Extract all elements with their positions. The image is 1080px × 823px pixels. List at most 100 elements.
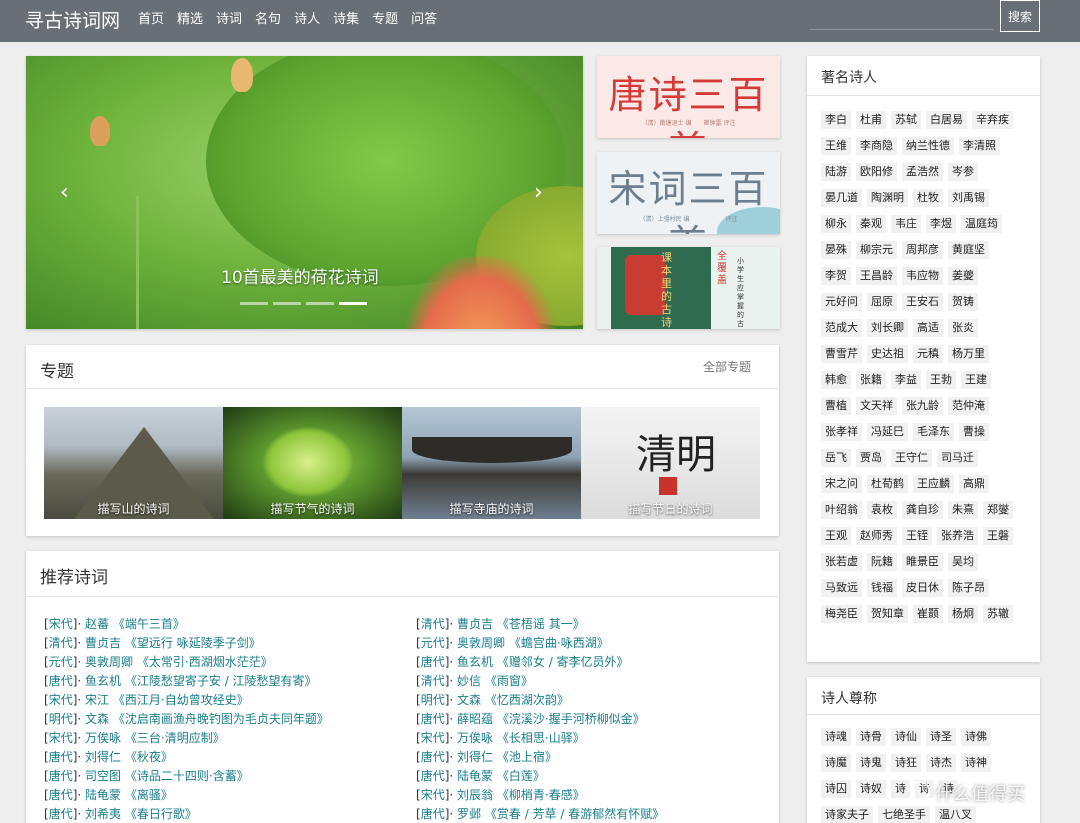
poet-tag[interactable]: 晏几道 [821, 189, 862, 207]
poem-author[interactable]: 刘辰翁 [457, 788, 493, 802]
poem-author[interactable]: 文森 [457, 693, 481, 707]
honorific-tag[interactable]: 温八叉 [935, 806, 976, 823]
poet-tag[interactable]: 李煜 [926, 215, 956, 233]
poet-tag[interactable]: 苏辙 [983, 605, 1013, 623]
topic-card-mountain[interactable]: 描写山的诗词 [44, 407, 223, 519]
poem-title[interactable]: 《赏春 / 芳草 / 春游郁然有怀赋》 [485, 807, 664, 821]
poem-row[interactable]: [宋代]· 万俟咏 《长相思·山驿》 [416, 729, 585, 746]
poem-row[interactable]: [明代]· 文森 《忆西湖次韵》 [416, 691, 569, 708]
poem-author[interactable]: 陆龟蒙 [85, 788, 121, 802]
poet-tag[interactable]: 宋之问 [821, 475, 862, 493]
nav-item-qa[interactable]: 问答 [411, 8, 437, 27]
poet-tag[interactable]: 元稹 [913, 345, 943, 363]
poem-row[interactable]: [唐代]· 刘得仁 《池上宿》 [416, 748, 557, 765]
carousel-prev-icon[interactable]: ‹ [60, 180, 69, 205]
carousel-indicator-active[interactable] [339, 302, 367, 305]
site-logo[interactable]: 寻古诗词网 [25, 6, 120, 33]
poem-title[interactable]: 《浣溪沙·握手河桥柳似金》 [497, 712, 645, 726]
poet-tag[interactable]: 阮籍 [867, 553, 897, 571]
poet-tag[interactable]: 韦庄 [891, 215, 921, 233]
poet-tag[interactable]: 白居易 [926, 111, 967, 129]
poem-title[interactable]: 《春日行歌》 [125, 807, 197, 821]
honorific-tag[interactable]: 诗囚 [821, 780, 851, 798]
poet-tag[interactable]: 马致远 [821, 579, 862, 597]
poem-row[interactable]: [清代]· 曹贞吉 《望远行 咏延陵季子剑》 [44, 634, 261, 651]
carousel-indicator[interactable] [306, 302, 334, 305]
honorific-tag[interactable]: 诗神 [961, 754, 991, 772]
poet-tag[interactable]: 晏殊 [821, 241, 851, 259]
poem-row[interactable]: [唐代]· 司空图 《诗品二十四则·含蓄》 [44, 767, 249, 784]
poem-author[interactable]: 陆龟蒙 [457, 769, 493, 783]
honorific-tag[interactable]: 诗 [891, 780, 910, 798]
poem-row[interactable]: [唐代]· 陆龟蒙 《白莲》 [416, 767, 545, 784]
search-button[interactable]: 搜索 [1000, 0, 1040, 32]
poem-author[interactable]: 妙信 [457, 674, 481, 688]
poem-author[interactable]: 万俟咏 [457, 731, 493, 745]
poem-author[interactable]: 奥敦周卿 [85, 655, 133, 669]
nav-item-poets[interactable]: 诗人 [294, 8, 320, 27]
honorific-tag[interactable]: 诗杰 [926, 754, 956, 772]
poem-author[interactable]: 刘得仁 [457, 750, 493, 764]
poet-tag[interactable]: 张孝祥 [821, 423, 862, 441]
poet-tag[interactable]: 曹操 [959, 423, 989, 441]
book-cover-song-ci[interactable]: 宋词三百首 （清）上彊村民 编 评注 [597, 152, 780, 234]
poet-tag[interactable]: 梅尧臣 [821, 605, 862, 623]
nav-item-topics[interactable]: 专题 [372, 8, 398, 27]
poet-tag[interactable]: 杜甫 [856, 111, 886, 129]
poet-tag[interactable]: 朱熹 [948, 501, 978, 519]
poem-author[interactable]: 万俟咏 [85, 731, 121, 745]
poet-tag[interactable]: 司马迁 [937, 449, 978, 467]
poem-title[interactable]: 《诗品二十四则·含蓄》 [125, 769, 249, 783]
poem-author[interactable]: 刘得仁 [85, 750, 121, 764]
honorific-tag[interactable]: 诗仙 [891, 728, 921, 746]
poet-tag[interactable]: 杨炯 [948, 605, 978, 623]
poet-tag[interactable]: 王安石 [902, 293, 943, 311]
honorific-tag[interactable]: 诗骨 [856, 728, 886, 746]
poet-tag[interactable]: 王铚 [902, 527, 932, 545]
poem-row[interactable]: [唐代]· 鱼玄机 《江陵愁望寄子安 / 江陵愁望有寄》 [44, 672, 317, 689]
nav-item-quotes[interactable]: 名句 [255, 8, 281, 27]
poet-tag[interactable]: 张若虚 [821, 553, 862, 571]
poet-tag[interactable]: 刘长卿 [867, 319, 908, 337]
poet-tag[interactable]: 王维 [821, 137, 851, 155]
poem-title[interactable]: 《西江月·自幼曾攻经史》 [113, 693, 249, 707]
poem-title[interactable]: 《赠邻女 / 寄李亿员外》 [497, 655, 629, 669]
poet-tag[interactable]: 温庭筠 [961, 215, 1002, 233]
poem-title[interactable]: 《江陵愁望寄子安 / 江陵愁望有寄》 [125, 674, 317, 688]
poet-tag[interactable]: 皮日休 [902, 579, 943, 597]
poet-tag[interactable]: 杜牧 [913, 189, 943, 207]
honorific-tag[interactable]: 诗狂 [891, 754, 921, 772]
poem-row[interactable]: [唐代]· 薛昭蕴 《浣溪沙·握手河桥柳似金》 [416, 710, 645, 727]
poet-tag[interactable]: 张籍 [856, 371, 886, 389]
poem-title[interactable]: 《三台·清明应制》 [125, 731, 225, 745]
poet-tag[interactable]: 高鼎 [959, 475, 989, 493]
poet-tag[interactable]: 曹雪芹 [821, 345, 862, 363]
poem-title[interactable]: 《太常引·西湖烟水茫茫》 [137, 655, 273, 669]
poet-tag[interactable]: 王守仁 [891, 449, 932, 467]
poem-author[interactable]: 奥敦周卿 [457, 636, 505, 650]
poem-row[interactable]: [宋代]· 宋江 《西江月·自幼曾攻经史》 [44, 691, 249, 708]
carousel-indicator[interactable] [240, 302, 268, 305]
poem-title[interactable]: 《离骚》 [125, 788, 173, 802]
poet-tag[interactable]: 冯延巳 [867, 423, 908, 441]
poet-tag[interactable]: 黄庭坚 [948, 241, 989, 259]
poet-tag[interactable]: 欧阳修 [856, 163, 897, 181]
poet-tag[interactable]: 刘禹锡 [948, 189, 989, 207]
poem-row[interactable]: [宋代]· 刘辰翁 《柳梢青·春感》 [416, 786, 585, 803]
poet-tag[interactable]: 张炎 [948, 319, 978, 337]
poet-tag[interactable]: 王磐 [983, 527, 1013, 545]
poet-tag[interactable]: 范仲淹 [948, 397, 989, 415]
poet-tag[interactable]: 郑燮 [983, 501, 1013, 519]
book-cover-tang-poems[interactable]: 唐诗三百首 （清）蘅塘退士 编 崔钟雷 评注 [597, 56, 780, 138]
poet-tag[interactable]: 李清照 [959, 137, 1000, 155]
poet-tag[interactable]: 王勃 [926, 371, 956, 389]
poet-tag[interactable]: 李商隐 [856, 137, 897, 155]
carousel-next-icon[interactable]: › [534, 180, 543, 205]
poet-tag[interactable]: 赵师秀 [856, 527, 897, 545]
poem-author[interactable]: 薛昭蕴 [457, 712, 493, 726]
poet-tag[interactable]: 周邦彦 [902, 241, 943, 259]
book-cover-textbook-poems[interactable]: 课本里的古诗词 小学生应掌握的古诗词 全覆盖 [597, 247, 780, 329]
poem-row[interactable]: [唐代]· 罗邺 《赏春 / 芳草 / 春游郁然有怀赋》 [416, 805, 664, 822]
honorific-tag[interactable]: 七绝圣手 [878, 806, 930, 823]
poem-title[interactable]: 《长相思·山驿》 [497, 731, 585, 745]
